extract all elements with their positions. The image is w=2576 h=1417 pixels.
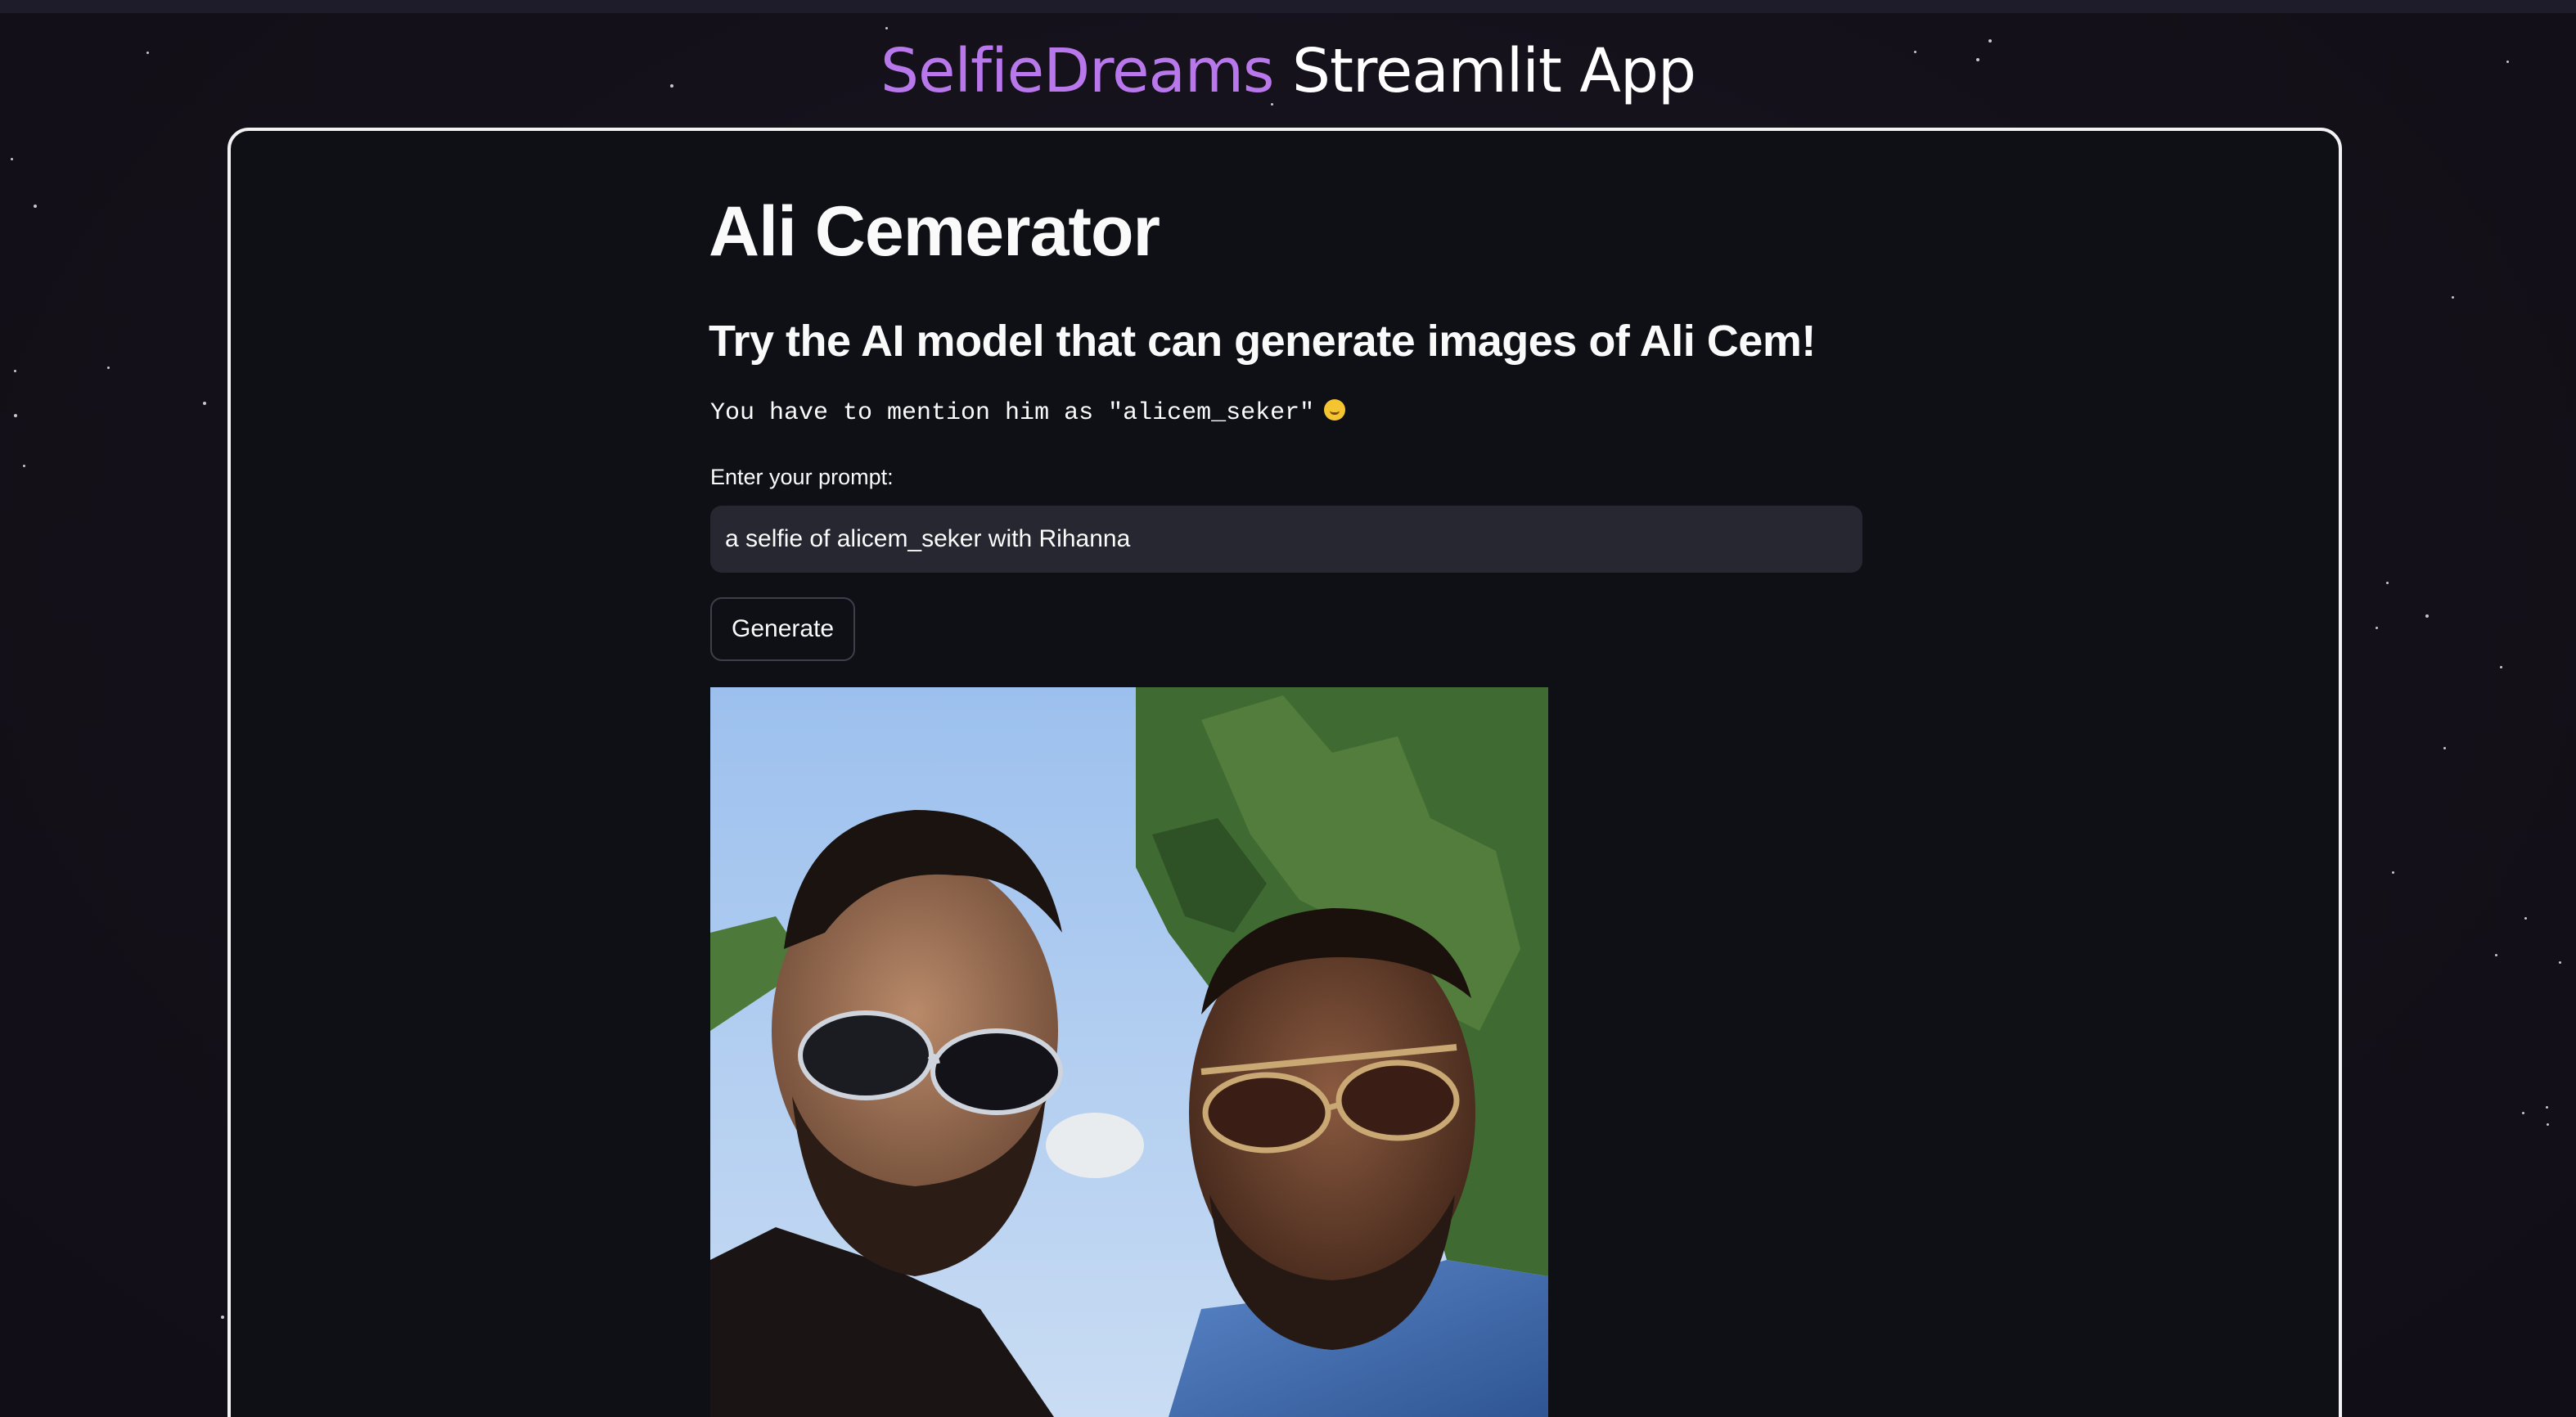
star-dot bbox=[2443, 747, 2446, 749]
app-page: SelfieDreams Streamlit App Ali Cemerator… bbox=[0, 0, 2576, 1417]
star-dot bbox=[107, 367, 110, 369]
generate-button[interactable]: Generate bbox=[710, 597, 856, 661]
app-title-rest: Streamlit App bbox=[1273, 36, 1696, 106]
prompt-input[interactable] bbox=[710, 506, 1862, 573]
star-dot bbox=[885, 27, 888, 29]
star-dot bbox=[2524, 917, 2527, 920]
star-dot bbox=[2425, 614, 2429, 618]
brand-name: SelfieDreams bbox=[880, 36, 1274, 106]
star-dot bbox=[2547, 1123, 2549, 1126]
star-dot bbox=[14, 414, 17, 417]
star-dot bbox=[203, 402, 206, 405]
star-dot bbox=[23, 465, 25, 467]
generated-image bbox=[710, 687, 1548, 1417]
star-dot bbox=[2495, 954, 2497, 956]
star-dot bbox=[2500, 666, 2502, 668]
star-dot bbox=[221, 1316, 224, 1319]
star-dot bbox=[2376, 627, 2378, 629]
star-dot bbox=[2392, 871, 2394, 874]
star-dot bbox=[2522, 1112, 2524, 1114]
instruction-text: You have to mention him as "alicem_seker… bbox=[710, 399, 1315, 427]
star-dot bbox=[14, 370, 16, 372]
star-dot bbox=[34, 205, 37, 208]
upside-down-face-icon bbox=[1324, 399, 1346, 421]
star-dot bbox=[2559, 961, 2561, 964]
star-dot bbox=[2386, 582, 2389, 584]
page-title: Ali Cemerator bbox=[709, 192, 1160, 271]
instruction-note: You have to mention him as "alicem_seker… bbox=[710, 399, 1346, 427]
star-dot bbox=[2546, 1106, 2548, 1109]
page-subtitle: Try the AI model that can generate image… bbox=[709, 317, 1816, 366]
app-header-title: SelfieDreams Streamlit App bbox=[0, 36, 2576, 106]
star-dot bbox=[11, 158, 13, 160]
star-dot bbox=[2452, 296, 2454, 299]
prompt-label: Enter your prompt: bbox=[710, 465, 894, 489]
